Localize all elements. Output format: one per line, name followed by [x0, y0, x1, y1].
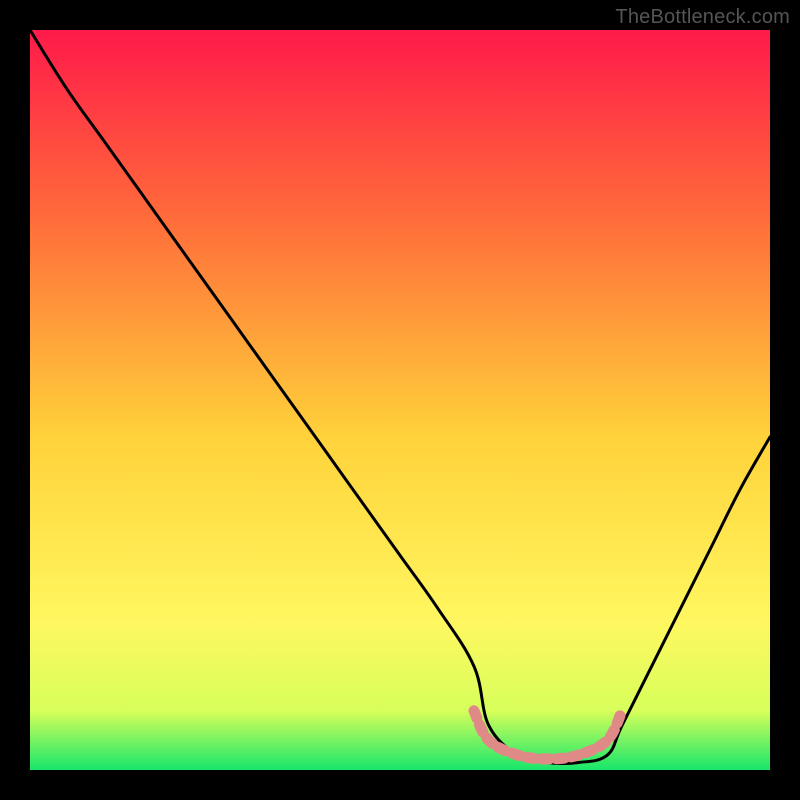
plot-svg — [30, 30, 770, 770]
chart-container: TheBottleneck.com — [0, 0, 800, 800]
watermark-text: TheBottleneck.com — [615, 6, 790, 29]
plot-area — [30, 30, 770, 770]
gradient-background — [30, 30, 770, 770]
